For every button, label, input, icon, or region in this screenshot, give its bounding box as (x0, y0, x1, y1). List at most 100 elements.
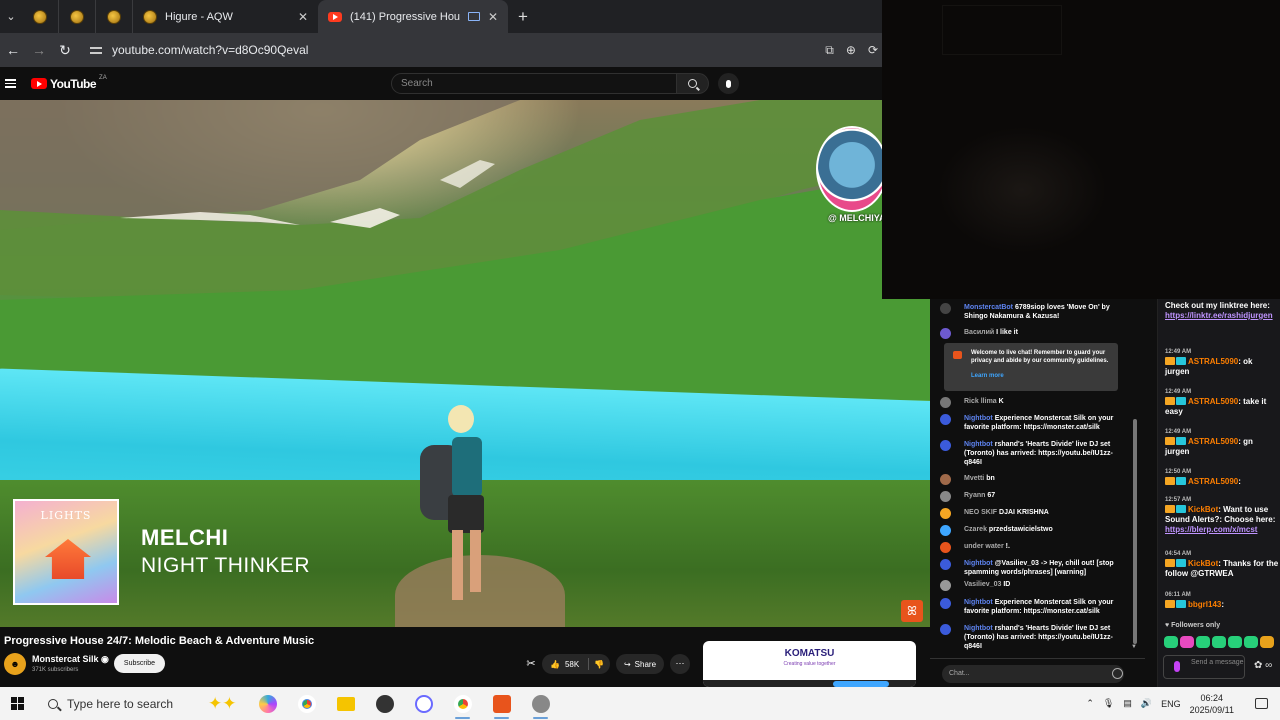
voice-search-button[interactable] (718, 73, 739, 94)
chat-username[interactable]: KickBot (1188, 505, 1218, 514)
tray-overflow-icon[interactable]: ⌃ (1086, 698, 1094, 709)
like-icon[interactable]: 👍 (550, 660, 560, 669)
video-player[interactable]: @ MELCHIYA LIGHTS MELCHI NIGHT THINKER ꕤ (0, 100, 930, 627)
avatar[interactable] (940, 440, 951, 451)
send-message-input[interactable]: Send a message (1163, 655, 1245, 679)
obs-app[interactable] (365, 687, 404, 720)
chat-author[interactable]: NEO SKIF (964, 509, 997, 516)
zoom-icon[interactable]: ⊕ (846, 43, 856, 58)
emote-icon[interactable] (1212, 636, 1226, 648)
emote-icon[interactable] (1244, 636, 1258, 648)
avatar[interactable] (940, 491, 951, 502)
emote-icon[interactable] (1260, 636, 1274, 648)
more-actions-button[interactable]: ⋯ (670, 654, 690, 674)
chat-author[interactable]: Nightbot (964, 560, 993, 567)
tab-higure-aqw[interactable]: Higure - AQW ✕ (133, 0, 318, 33)
chat-author[interactable]: MonstercatBot (964, 304, 1013, 311)
avatar[interactable] (940, 397, 951, 408)
like-count[interactable]: 58K (565, 660, 579, 669)
dislike-icon[interactable]: 👎 (594, 660, 604, 669)
forward-button[interactable]: → (26, 42, 52, 58)
tab-close-icon[interactable]: ✕ (298, 10, 308, 24)
chat-author[interactable]: Nightbot (964, 625, 993, 632)
tab-pinned-2[interactable] (59, 0, 96, 33)
volume-icon[interactable]: 🔊 (1141, 698, 1152, 709)
snipping-app[interactable] (404, 687, 443, 720)
share-button[interactable]: ↪ Share (616, 654, 664, 674)
emote-icon[interactable] (1228, 636, 1242, 648)
channel-name[interactable]: Monstercat Silk ◉ (32, 654, 109, 665)
chat-settings-icon[interactable]: ✿ ∞ (1254, 660, 1272, 671)
emote-icon[interactable] (1196, 636, 1210, 648)
chat-author[interactable]: Ryann (964, 492, 985, 499)
clock[interactable]: 06:24 2025/09/11 (1190, 692, 1234, 716)
chat-author[interactable]: Nightbot (964, 599, 993, 606)
extension-icon[interactable]: ⟳ (868, 43, 878, 58)
chat-author[interactable]: Czarek (964, 526, 987, 533)
start-button[interactable] (0, 687, 34, 720)
avatar[interactable] (940, 474, 951, 485)
avatar[interactable] (940, 559, 951, 570)
avatar[interactable] (940, 580, 951, 591)
back-button[interactable]: ← (0, 42, 26, 58)
learn-more-link[interactable]: Learn more (971, 373, 1004, 379)
ad-card[interactable]: KOMATSU Creating value together (703, 641, 916, 687)
search-input[interactable]: Search (391, 73, 677, 94)
chat-username[interactable]: ASTRAL5090 (1188, 357, 1238, 366)
file-explorer-app[interactable] (326, 687, 365, 720)
network-icon[interactable]: ▤ (1123, 698, 1132, 709)
avatar[interactable] (940, 414, 951, 425)
site-settings-icon[interactable] (90, 45, 102, 56)
chat-link[interactable]: https://linktr.ee/rashidjurgen (1165, 311, 1273, 320)
youtube-logo[interactable]: YouTube ZA (31, 75, 107, 91)
aqw-app[interactable] (521, 687, 560, 720)
tab-close-icon[interactable]: ✕ (488, 10, 498, 24)
search-button[interactable] (677, 73, 709, 94)
chat-author[interactable]: Nightbot (964, 441, 993, 448)
reload-button[interactable]: ↻ (52, 42, 78, 59)
chat-input[interactable]: Chat... (942, 665, 1124, 683)
chrome-app[interactable] (287, 687, 326, 720)
sparkle-icon[interactable]: ✦✦ (208, 694, 248, 714)
avatar[interactable] (940, 542, 951, 553)
taskbar-search[interactable]: Type here to search (34, 687, 208, 720)
avatar[interactable] (940, 525, 951, 536)
avatar[interactable] (940, 508, 951, 519)
chrome-profile-app[interactable] (443, 687, 482, 720)
chat-username[interactable]: bbgrl143 (1188, 600, 1221, 609)
chat-author[interactable]: Vasiliev_03 (964, 581, 1001, 588)
chat-author[interactable]: Василий (964, 329, 994, 336)
tab-pinned-3[interactable] (96, 0, 133, 33)
media-app[interactable] (482, 687, 521, 720)
language-indicator[interactable]: ENG (1161, 699, 1181, 709)
emoji-icon[interactable] (1112, 668, 1123, 679)
chat-link[interactable]: https://blerp.com/x/mcst (1165, 525, 1257, 534)
chat-username[interactable]: KickBot (1188, 559, 1218, 568)
channel-avatar[interactable]: ☻ (4, 653, 26, 675)
chat-username[interactable]: ASTRAL5090 (1188, 397, 1238, 406)
avatar[interactable] (940, 598, 951, 609)
avatar[interactable] (940, 303, 951, 314)
subscribe-button[interactable]: Subscribe (114, 654, 165, 673)
avatar[interactable] (940, 328, 951, 339)
copilot-app[interactable] (248, 687, 287, 720)
chat-username[interactable]: ASTRAL5090 (1188, 437, 1238, 446)
scroll-down-icon[interactable]: ▼ (1131, 644, 1137, 650)
new-tab-button[interactable]: + (508, 7, 538, 27)
avatar[interactable] (940, 624, 951, 635)
chat-username[interactable]: ASTRAL5090 (1188, 477, 1238, 486)
install-app-icon[interactable]: ⧉ (825, 43, 834, 58)
tab-youtube-active[interactable]: (141) Progressive House 24 ✕ (318, 0, 508, 33)
chat-scrollbar[interactable] (1133, 419, 1137, 644)
emote-icon[interactable] (1180, 636, 1194, 648)
emote-icon[interactable] (1164, 636, 1178, 648)
menu-icon[interactable] (5, 79, 27, 88)
tab-search-chevron-icon[interactable]: ⌄ (0, 0, 22, 33)
clip-icon[interactable]: ✂ (524, 657, 538, 671)
chat-author[interactable]: Rick llima (964, 398, 997, 405)
chat-author[interactable]: under water (964, 543, 1004, 550)
chat-author[interactable]: Nightbot (964, 415, 993, 422)
url-field[interactable]: youtube.com/watch?v=d8Oc90Qeval (84, 37, 825, 63)
notification-icon[interactable] (1255, 698, 1268, 709)
microphone-icon[interactable]: 🎙 (1103, 698, 1114, 709)
